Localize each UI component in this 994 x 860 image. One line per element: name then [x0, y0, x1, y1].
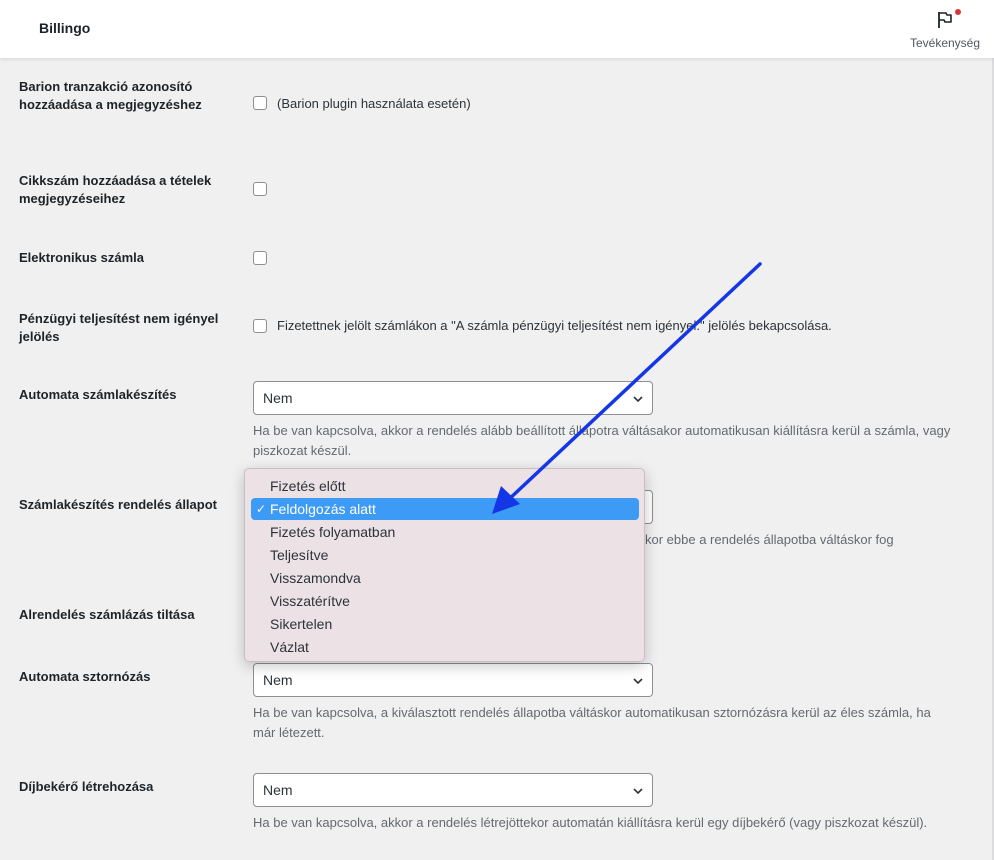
checkmark-icon: ✓	[256, 502, 267, 516]
auto-storno-description: Ha be van kapcsolva, a kiválasztott rend…	[253, 705, 931, 740]
sku-checkbox[interactable]	[253, 182, 267, 196]
dropdown-option[interactable]: Teljesítve	[251, 544, 639, 566]
option-label: Teljesítve	[270, 547, 329, 563]
auto-invoice-select[interactable]: Nem	[253, 381, 653, 415]
dropdown-option[interactable]: Fizetés előtt	[251, 475, 639, 497]
option-label: Visszatérítve	[270, 593, 350, 609]
flag-icon	[935, 9, 961, 30]
barion-checkbox-text: (Barion plugin használata esetén)	[277, 96, 471, 111]
option-label: Visszamondva	[270, 570, 361, 586]
setting-label-no-payment-needed: Pénzügyi teljesítést nem igényel jelölés	[19, 311, 219, 344]
setting-label-barion: Barion tranzakció azonosító hozzáadása a…	[19, 79, 202, 112]
activity-label: Tevékenység	[909, 36, 981, 50]
e-invoice-checkbox[interactable]	[253, 251, 267, 265]
option-label: Feldolgozás alatt	[270, 501, 376, 517]
option-label: Vázlat	[270, 639, 309, 655]
chevron-down-icon	[633, 788, 643, 795]
dropdown-option-selected[interactable]: ✓ Feldolgozás alatt	[251, 498, 639, 520]
invoice-status-description: kor ebbe a rendelés állapotba váltáskor …	[645, 532, 894, 547]
dropdown-option[interactable]: Vázlat	[251, 636, 639, 658]
setting-label-invoice-status: Számlakészítés rendelés állapot	[19, 497, 217, 512]
chevron-down-icon	[633, 396, 643, 403]
option-label: Fizetés előtt	[270, 478, 346, 494]
dropdown-option[interactable]: Visszamondva	[251, 567, 639, 589]
notification-dot	[955, 9, 961, 15]
setting-label-suborder-block: Alrendelés számlázás tiltása	[19, 607, 195, 622]
select-value: Nem	[263, 782, 293, 798]
setting-label-proforma: Díjbekérő létrehozása	[19, 779, 154, 794]
setting-label-e-invoice: Elektronikus számla	[19, 250, 144, 265]
option-label: Sikertelen	[270, 616, 333, 632]
dropdown-option[interactable]: Fizetés folyamatban	[251, 521, 639, 543]
auto-storno-select[interactable]: Nem	[253, 663, 653, 697]
status-dropdown-menu: Fizetés előtt ✓ Feldolgozás alatt Fizeté…	[244, 468, 645, 662]
dropdown-option[interactable]: Visszatérítve	[251, 590, 639, 612]
select-value: Nem	[263, 390, 293, 406]
setting-label-auto-storno: Automata sztornózás	[19, 669, 151, 684]
proforma-select[interactable]: Nem	[253, 773, 653, 807]
no-payment-needed-checkbox[interactable]	[253, 319, 267, 333]
page-title: Billingo	[39, 20, 91, 36]
activity-button[interactable]: Tevékenység	[905, 9, 985, 50]
no-payment-needed-text: Fizetettnek jelölt számlákon a "A számla…	[277, 318, 832, 333]
proforma-description: Ha be van kapcsolva, akkor a rendelés lé…	[253, 815, 928, 830]
auto-invoice-description: Ha be van kapcsolva, akkor a rendelés al…	[253, 423, 951, 458]
setting-label-sku: Cikkszám hozzáadása a tételek megjegyzés…	[19, 173, 212, 206]
top-bar: Billingo Tevékenység	[0, 0, 994, 58]
dropdown-option[interactable]: Sikertelen	[251, 613, 639, 635]
option-label: Fizetés folyamatban	[270, 524, 396, 540]
barion-checkbox[interactable]	[253, 96, 267, 110]
setting-label-auto-invoice: Automata számlakészítés	[19, 387, 177, 402]
chevron-down-icon	[633, 678, 643, 685]
select-value: Nem	[263, 672, 293, 688]
